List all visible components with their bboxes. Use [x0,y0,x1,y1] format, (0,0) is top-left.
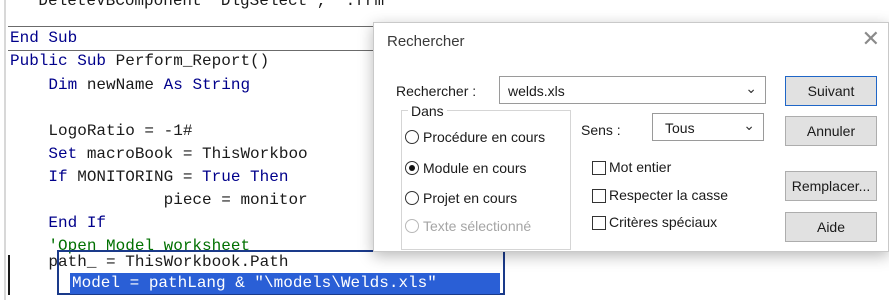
code-line: End If [10,214,107,232]
checkbox-respecter-casse[interactable] [592,189,606,203]
scope-group-label: Dans [408,103,447,119]
search-input-value: welds.xls [508,83,565,99]
radio-projet[interactable] [405,191,419,205]
aide-button[interactable]: Aide [785,212,877,242]
code-line: End Sub [10,29,78,47]
radio-procedure[interactable] [405,130,419,144]
checkbox-criteres-speciaux[interactable] [592,216,606,230]
radio-procedure-label[interactable]: Procédure en cours [423,129,545,145]
code-line: Set macroBook = ThisWorkboo [10,145,308,163]
editor-margin [0,0,6,300]
suivant-button[interactable]: Suivant [785,76,877,106]
code-line: Public Sub Perform_Report() [10,52,270,70]
checkbox-criteres-speciaux-label[interactable]: Critères spéciaux [609,214,717,230]
radio-module-label[interactable]: Module en cours [423,160,527,176]
search-input[interactable]: welds.xls ⌄ [499,76,766,104]
checkbox-respecter-casse-label[interactable]: Respecter la casse [609,187,728,203]
chevron-down-icon[interactable]: ⌄ [745,80,757,97]
code-line: Dim newName As String [10,76,251,94]
sens-select[interactable]: Tous ⌄ [652,113,764,141]
radio-texte-label: Texte sélectionné [423,218,532,234]
code-line: DeleteVBComponent "DlgSelect", ".frm" [0,0,394,10]
dialog-title: Rechercher [387,33,465,50]
checkbox-mot-entier-label[interactable]: Mot entier [609,159,671,175]
search-label: Rechercher : [396,83,477,99]
radio-projet-label[interactable]: Projet en cours [423,190,517,206]
find-dialog: Rechercher ✕ Rechercher : welds.xls ⌄ Da… [373,22,889,252]
remplacer-button[interactable]: Remplacer... [785,171,877,201]
radio-texte [405,219,419,233]
code-line: piece = monitor [10,191,308,209]
chevron-down-icon[interactable]: ⌄ [743,117,755,134]
sens-select-value: Tous [665,120,695,136]
code-line: path_ = ThisWorkbook.Path [10,253,289,271]
code-line: LogoRatio = -1# [10,122,193,140]
annuler-button[interactable]: Annuler [785,116,877,146]
sens-label: Sens : [581,122,621,138]
close-icon[interactable]: ✕ [862,27,880,51]
radio-module[interactable] [405,161,419,175]
code-line: If MONITORING = True Then [10,168,289,186]
code-line-selected: Model = pathLang & "\models\Welds.xls" [72,274,437,292]
checkbox-mot-entier[interactable] [592,161,606,175]
